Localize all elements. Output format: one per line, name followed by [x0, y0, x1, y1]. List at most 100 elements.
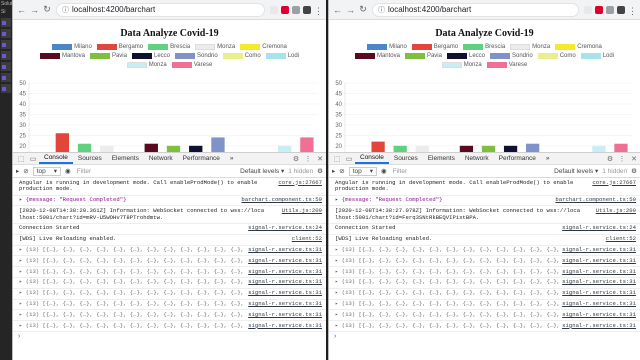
source-link[interactable]: signal-r.service.ts:31	[560, 257, 636, 265]
console-message[interactable]: ▸ (13) [{…}, {…}, {…}, {…}, {…}, {…}, {……	[329, 289, 640, 300]
console-message[interactable]: ▸ (13) [{…}, {…}, {…}, {…}, {…}, {…}, {……	[329, 278, 640, 289]
tab-sources[interactable]: Sources	[73, 153, 107, 164]
bar-brescia[interactable]	[77, 143, 92, 152]
menu-icon[interactable]: ⋮	[314, 6, 323, 16]
console-message[interactable]: ▸ {message: "Request Completed"} barchart…	[13, 196, 326, 207]
filter-input[interactable]: Filter	[391, 168, 550, 175]
source-link[interactable]: signal-r.service.ts:31	[560, 246, 636, 254]
legend-item[interactable]: Sondrio	[490, 53, 533, 59]
source-link[interactable]: barchart.component.ts:59	[239, 196, 322, 204]
tab-performance[interactable]: Performance	[494, 153, 541, 164]
source-link[interactable]: core.js:27667	[276, 179, 322, 187]
legend-item[interactable]: Como	[222, 53, 261, 59]
ide-tree-item[interactable]	[1, 73, 11, 82]
legend-item[interactable]: Mantova	[39, 53, 85, 59]
source-link[interactable]: signal-r.service.ts:31	[246, 279, 322, 287]
avatar[interactable]	[617, 5, 625, 14]
legend-item[interactable]: Lecco	[446, 53, 485, 59]
legend-item[interactable]: Lodi	[580, 53, 614, 59]
reload-icon[interactable]: ↻	[43, 4, 51, 15]
source-link[interactable]: signal-r.service.ts:31	[560, 279, 636, 287]
legend-item[interactable]: Milano	[52, 44, 92, 50]
legend-item[interactable]: Cremona	[555, 44, 602, 50]
console-prompt[interactable]: ›	[13, 332, 326, 343]
console-message[interactable]: Connection Started signal-r.service.ts:24	[329, 224, 640, 235]
puzzle-icon[interactable]	[606, 5, 614, 14]
source-link[interactable]: signal-r.service.ts:31	[560, 311, 636, 319]
tab-network[interactable]: Network	[460, 153, 494, 164]
forward-icon[interactable]: →	[346, 5, 355, 15]
sidebar-toggle-icon[interactable]: ▸	[332, 167, 335, 175]
address-bar[interactable]: ⓘ localhost:4200/barchart	[56, 2, 265, 17]
bar-varese[interactable]	[614, 143, 628, 152]
console-message[interactable]: Angular is running in development mode. …	[13, 178, 326, 196]
legend-item[interactable]: Bergamo	[411, 44, 458, 50]
source-link[interactable]: barchart.component.ts:59	[553, 196, 636, 204]
ide-tree-item[interactable]	[1, 18, 11, 27]
log-levels-dropdown[interactable]: Default levels ▾	[240, 167, 284, 175]
legend-item[interactable]: Pavia	[89, 53, 127, 59]
tab-sources[interactable]: Sources	[389, 153, 423, 164]
source-link[interactable]: signal-r.service.ts:24	[246, 225, 322, 233]
source-link[interactable]: client:52	[289, 235, 322, 244]
source-link[interactable]: signal-r.service.ts:31	[246, 257, 322, 265]
tab-console[interactable]: Console	[39, 153, 73, 164]
bar-varese[interactable]	[300, 137, 314, 152]
angular-extension-icon[interactable]	[595, 5, 603, 14]
info-icon[interactable]: ⓘ	[378, 5, 385, 15]
legend-item[interactable]: Bergamo	[96, 44, 143, 50]
legend-item[interactable]: Varese	[171, 62, 212, 68]
console-message[interactable]: Angular is running in development mode. …	[329, 178, 640, 196]
source-link[interactable]: signal-r.service.ts:24	[560, 225, 636, 233]
legend-item[interactable]: Brescia	[463, 44, 505, 50]
info-icon[interactable]: ⓘ	[62, 5, 69, 15]
angular-extension-icon[interactable]	[281, 5, 289, 14]
source-link[interactable]: signal-r.service.ts:31	[560, 268, 636, 276]
tab-elements[interactable]: Elements	[107, 153, 144, 164]
console-message[interactable]: ▸ (13) [{…}, {…}, {…}, {…}, {…}, {…}, {……	[329, 246, 640, 257]
console-message[interactable]: [2020-12-08T14:38:29.361Z] Information: …	[13, 206, 326, 224]
source-link[interactable]: Utils.js:209	[279, 207, 322, 215]
console-message[interactable]: ▸ (13) [{…}, {…}, {…}, {…}, {…}, {…}, {……	[329, 300, 640, 311]
ide-tree-item[interactable]	[1, 29, 11, 38]
console-message[interactable]: [WDS] Live Reloading enabled. client:52	[13, 235, 326, 246]
context-select[interactable]: top ▾	[32, 166, 62, 176]
legend-item[interactable]: Monza	[441, 62, 482, 68]
console-message[interactable]: ▸ (13) [{…}, {…}, {…}, {…}, {…}, {…}, {……	[13, 300, 326, 311]
star-icon[interactable]	[584, 5, 592, 14]
source-link[interactable]: signal-r.service.ts:31	[246, 300, 322, 308]
source-link[interactable]: signal-r.service.ts:31	[246, 246, 322, 254]
source-link[interactable]: client:52	[603, 235, 636, 244]
tab-[interactable]: »	[225, 153, 239, 164]
legend-item[interactable]: Monza	[195, 44, 235, 50]
tab-network[interactable]: Network	[144, 153, 178, 164]
console-message[interactable]: ▸ (13) [{…}, {…}, {…}, {…}, {…}, {…}, {……	[13, 256, 326, 268]
eye-icon[interactable]: ◉	[65, 167, 71, 175]
filter-input[interactable]: Filter	[75, 168, 236, 175]
bar-sondrio[interactable]	[526, 143, 540, 152]
legend-item[interactable]: Monza	[510, 44, 550, 50]
close-icon[interactable]: ✕	[314, 153, 326, 164]
reload-icon[interactable]: ↻	[359, 4, 367, 15]
source-link[interactable]: core.js:27667	[590, 179, 636, 187]
bar-bergamo[interactable]	[371, 141, 385, 152]
source-link[interactable]: signal-r.service.ts:31	[246, 289, 322, 298]
source-link[interactable]: signal-r.service.ts:31	[560, 322, 636, 330]
bar-bergamo[interactable]	[55, 133, 70, 152]
console-prompt[interactable]: ›	[329, 332, 640, 343]
tab-performance[interactable]: Performance	[178, 153, 225, 164]
source-link[interactable]: signal-r.service.ts:31	[560, 300, 636, 308]
legend-item[interactable]: Sondrio	[175, 53, 218, 59]
console-message[interactable]: ▸ (13) [{…}, {…}, {…}, {…}, {…}, {…}, {……	[13, 267, 326, 278]
tab-console[interactable]: Console	[355, 153, 389, 164]
menu-icon[interactable]: ⋮	[628, 6, 637, 16]
source-link[interactable]: Utils.js:209	[593, 207, 636, 215]
source-link[interactable]: signal-r.service.ts:31	[246, 322, 322, 330]
menu-icon[interactable]: ⋮	[616, 153, 628, 164]
console-message[interactable]: ▸ (13) [{…}, {…}, {…}, {…}, {…}, {…}, {……	[329, 310, 640, 322]
ide-tree-item[interactable]	[1, 62, 11, 71]
ide-tree-item[interactable]	[1, 84, 11, 93]
address-bar[interactable]: ⓘ localhost:4200/barchart	[372, 2, 579, 17]
tab-elements[interactable]: Elements	[423, 153, 460, 164]
legend-item[interactable]: Mantova	[354, 53, 400, 59]
